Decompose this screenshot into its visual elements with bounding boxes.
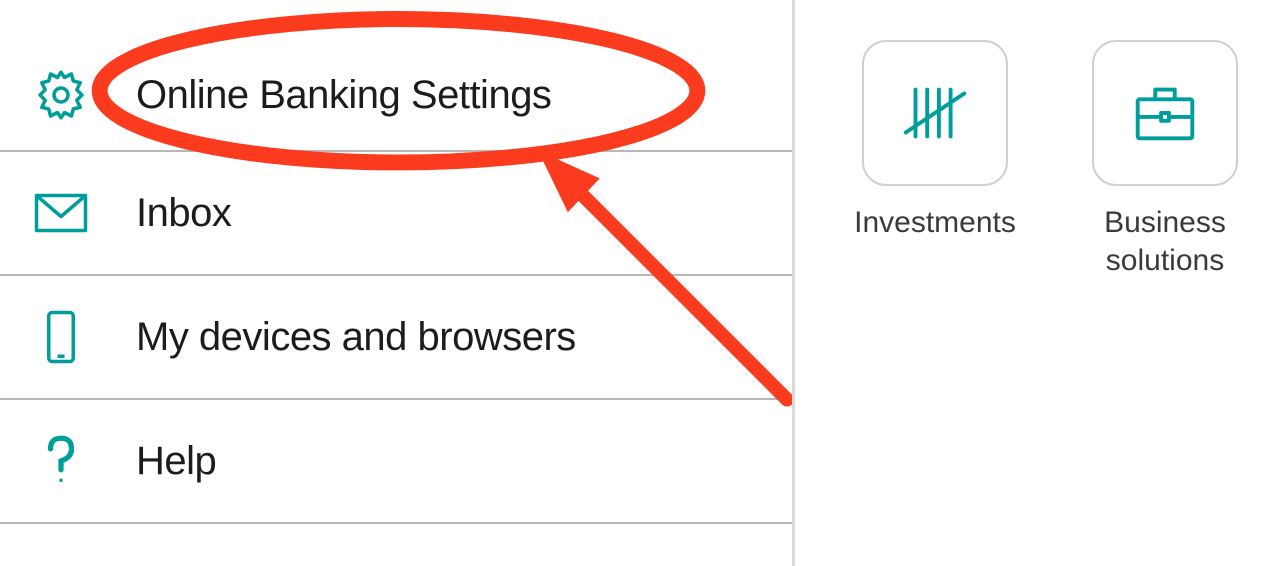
phone-icon xyxy=(26,302,96,372)
sidebar: Online Banking Settings Inbox My devices… xyxy=(0,0,795,566)
briefcase-icon xyxy=(1092,40,1238,186)
tally-icon xyxy=(862,40,1008,186)
gear-icon xyxy=(26,60,96,130)
tiles-row: Investments Business solutions xyxy=(795,0,1280,566)
tile-investments[interactable]: Investments xyxy=(855,40,1015,566)
sidebar-item-label: Online Banking Settings xyxy=(136,72,551,118)
sidebar-item-help[interactable]: Help xyxy=(0,400,792,524)
sidebar-item-inbox[interactable]: Inbox xyxy=(0,152,792,276)
sidebar-item-online-banking-settings[interactable]: Online Banking Settings xyxy=(0,40,792,152)
tile-business-solutions[interactable]: Business solutions xyxy=(1085,40,1245,566)
page-root: Online Banking Settings Inbox My devices… xyxy=(0,0,1280,566)
sidebar-item-label: My devices and browsers xyxy=(136,314,576,360)
sidebar-item-devices-browsers[interactable]: My devices and browsers xyxy=(0,276,792,400)
sidebar-item-label: Help xyxy=(136,438,216,484)
sidebar-item-label: Inbox xyxy=(136,190,231,236)
tile-label: Investments xyxy=(854,204,1016,242)
envelope-icon xyxy=(26,178,96,248)
tile-label: Business solutions xyxy=(1085,204,1245,279)
question-icon xyxy=(26,426,96,496)
